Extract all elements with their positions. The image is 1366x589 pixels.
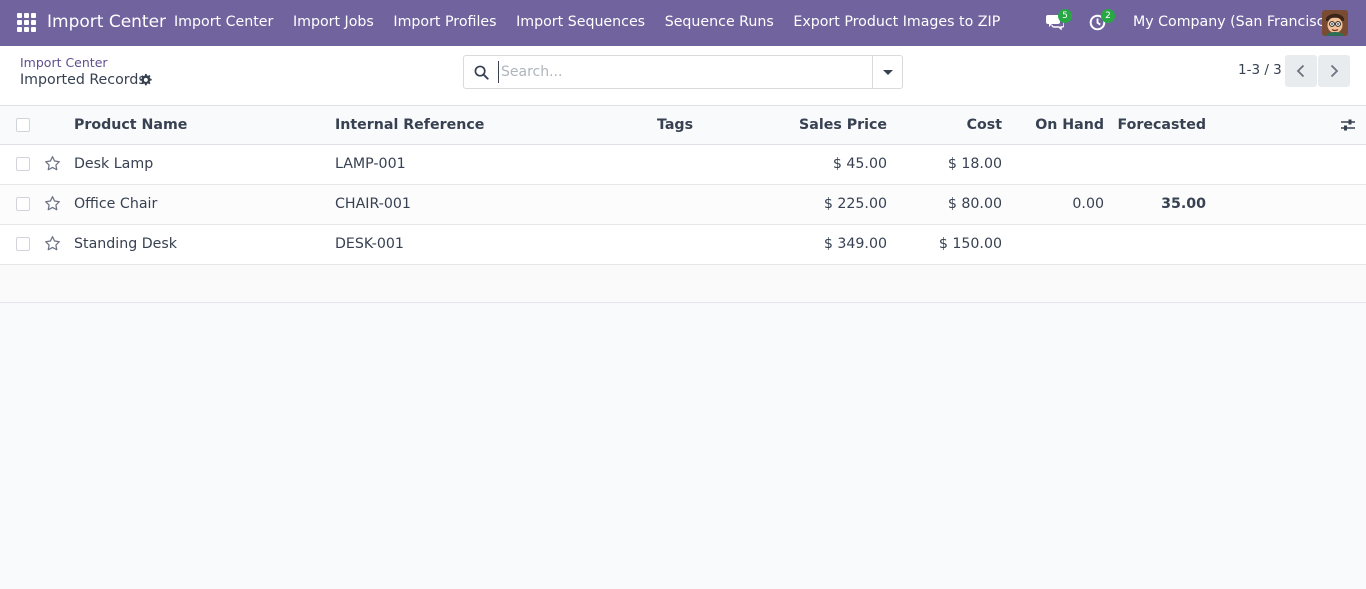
star-outline-icon[interactable] <box>44 235 61 252</box>
top-navbar: Import Center Import Center Import Jobs … <box>0 0 1366 46</box>
cell-sales-price: $ 225.00 <box>823 196 887 212</box>
table-row[interactable]: Standing Desk DESK-001 $ 349.00 $ 150.00 <box>0 225 1366 265</box>
column-header-internal-reference[interactable]: Internal Reference <box>335 117 484 133</box>
list-header: Product Name Internal Reference Tags Sal… <box>0 106 1366 145</box>
menu-item-import-profiles[interactable]: Import Profiles <box>393 14 496 30</box>
column-header-sales-price[interactable]: Sales Price <box>799 117 887 133</box>
search-bar <box>463 55 903 89</box>
cell-product-name: Office Chair <box>74 196 158 212</box>
chevron-right-icon <box>1330 64 1339 78</box>
star-outline-icon[interactable] <box>44 195 61 212</box>
table-row[interactable]: Office Chair CHAIR-001 $ 225.00 $ 80.00 … <box>0 185 1366 225</box>
pager-previous-button[interactable] <box>1285 55 1317 87</box>
user-avatar-icon <box>1322 10 1348 36</box>
cell-sales-price: $ 349.00 <box>823 236 887 252</box>
company-switcher[interactable]: My Company (San Francisco) <box>1133 14 1339 30</box>
search-icon <box>474 65 489 80</box>
gear-icon[interactable] <box>139 73 152 86</box>
star-outline-icon[interactable] <box>44 155 61 172</box>
column-header-forecasted[interactable]: Forecasted <box>1118 117 1206 133</box>
messages-button[interactable]: 5 <box>1046 9 1072 32</box>
menu-item-export-product-images[interactable]: Export Product Images to ZIP <box>793 14 1000 30</box>
cell-internal-reference: CHAIR-001 <box>335 196 411 212</box>
main-menu: Import Center Import Jobs Import Profile… <box>174 14 1020 30</box>
column-header-tags[interactable]: Tags <box>657 117 693 133</box>
cell-forecasted: 35.00 <box>1161 196 1206 212</box>
optional-columns-toggle-icon[interactable] <box>1340 118 1356 132</box>
menu-item-sequence-runs[interactable]: Sequence Runs <box>665 14 774 30</box>
cell-cost: $ 18.00 <box>947 156 1002 172</box>
search-options-toggle[interactable] <box>872 56 902 88</box>
cell-product-name: Desk Lamp <box>74 156 154 172</box>
user-avatar[interactable] <box>1322 10 1348 36</box>
row-select-checkbox[interactable] <box>16 157 30 171</box>
cell-cost: $ 150.00 <box>938 236 1002 252</box>
messages-count-badge: 5 <box>1058 9 1072 23</box>
pager-next-button[interactable] <box>1318 55 1350 87</box>
list-footer <box>0 265 1366 303</box>
menu-item-import-jobs[interactable]: Import Jobs <box>293 14 374 30</box>
select-all-checkbox[interactable] <box>16 118 30 132</box>
cell-internal-reference: DESK-001 <box>335 236 404 252</box>
activities-button[interactable]: 2 <box>1089 9 1115 32</box>
pager-value[interactable]: 1-3 / 3 <box>1238 62 1282 78</box>
column-header-on-hand[interactable]: On Hand <box>1035 117 1104 133</box>
apps-menu-icon[interactable] <box>17 13 36 32</box>
activities-count-badge: 2 <box>1101 9 1115 23</box>
menu-item-import-center[interactable]: Import Center <box>174 14 273 30</box>
cell-cost: $ 80.00 <box>947 196 1002 212</box>
column-header-cost[interactable]: Cost <box>967 117 1002 133</box>
cell-sales-price: $ 45.00 <box>832 156 887 172</box>
control-panel: Import Center Imported Records 1-3 / 3 <box>0 46 1366 106</box>
breadcrumb-parent-link[interactable]: Import Center <box>20 55 108 70</box>
cell-internal-reference: LAMP-001 <box>335 156 406 172</box>
cell-on-hand: 0.00 <box>1072 196 1104 212</box>
row-select-checkbox[interactable] <box>16 237 30 251</box>
records-list: Product Name Internal Reference Tags Sal… <box>0 106 1366 303</box>
row-select-checkbox[interactable] <box>16 197 30 211</box>
chevron-left-icon <box>1296 64 1305 78</box>
page-title: Imported Records <box>20 72 146 88</box>
search-input[interactable] <box>498 61 868 83</box>
table-row[interactable]: Desk Lamp LAMP-001 $ 45.00 $ 18.00 <box>0 145 1366 185</box>
column-header-product-name[interactable]: Product Name <box>74 117 187 133</box>
app-brand[interactable]: Import Center <box>47 12 166 32</box>
menu-item-import-sequences[interactable]: Import Sequences <box>516 14 645 30</box>
cell-product-name: Standing Desk <box>74 236 177 252</box>
